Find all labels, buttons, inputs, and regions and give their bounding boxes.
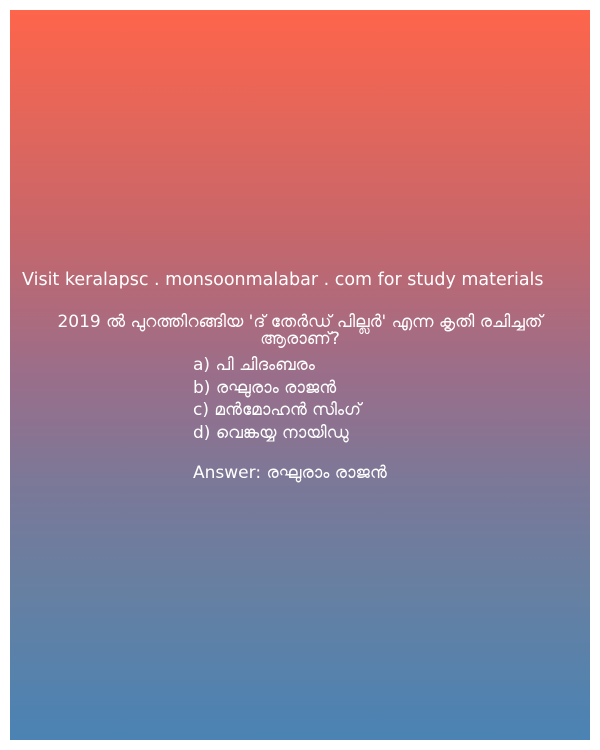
site-promo-text: Visit keralapsc . monsoonmalabar . com f… xyxy=(22,270,544,290)
option-b: b) രഘുരാം രാജൻ xyxy=(193,377,337,398)
question-text: 2019 ൽ പുറത്തിറങ്ങിയ 'ദ് തേർഡ് പില്ലർ' എ… xyxy=(10,314,590,348)
option-a: a) പി ചിദംബരം xyxy=(193,355,315,375)
option-d: d) വെങ്കയ്യ നായിഡു xyxy=(193,422,349,443)
question-card: Visit keralapsc . monsoonmalabar . com f… xyxy=(10,10,590,740)
answer-text: Answer: രഘുരാം രാജൻ xyxy=(193,463,387,483)
options-list: a) പി ചിദംബരം b) രഘുരാം രാജൻ c) മൻമോഹൻ സ… xyxy=(193,354,361,444)
question-line-2: ആരാണ്? xyxy=(260,329,340,349)
option-c: c) മൻമോഹൻ സിംഗ് xyxy=(193,400,362,420)
